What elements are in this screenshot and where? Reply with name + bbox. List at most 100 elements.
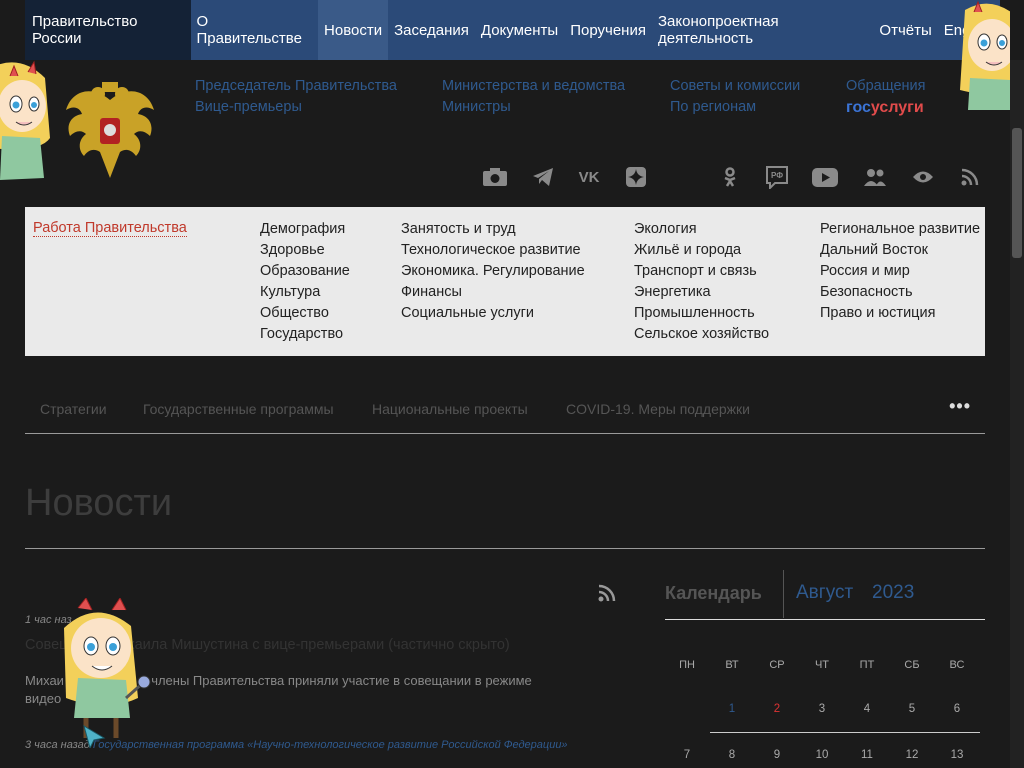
calendar-separator: [783, 570, 784, 618]
topic-link[interactable]: Экология: [634, 219, 769, 240]
topic-link[interactable]: Социальные услуги: [401, 303, 585, 324]
subnav-strategies[interactable]: Стратегии: [40, 401, 107, 417]
topic-link[interactable]: Общество: [260, 303, 350, 324]
calendar-day[interactable]: 1: [717, 703, 747, 715]
topic-link[interactable]: Здоровье: [260, 240, 350, 261]
subnav-covid-support[interactable]: COVID-19. Меры поддержки: [566, 401, 750, 417]
calendar-day[interactable]: 2: [762, 703, 792, 715]
topic-link[interactable]: Государство: [260, 324, 350, 345]
topic-link[interactable]: Право и юстиция: [820, 303, 980, 324]
nav-item-about[interactable]: О Правительстве: [191, 0, 319, 60]
topic-link[interactable]: Транспорт и связь: [634, 261, 769, 282]
weekday-label: ПТ: [859, 659, 875, 671]
gosuslugi-part1: гос: [846, 99, 871, 116]
nav-item-documents[interactable]: Документы: [475, 0, 564, 60]
calendar-day[interactable]: 12: [897, 749, 927, 761]
calendar-label: Календарь: [665, 583, 762, 603]
topic-link[interactable]: Промышленность: [634, 303, 769, 324]
header-links-councils: Советы и комиссии По регионам: [670, 76, 800, 118]
calendar-year-select[interactable]: 2023: [872, 582, 914, 604]
more-menu-button[interactable]: •••: [949, 396, 971, 417]
page-title: Новости: [25, 482, 173, 524]
scrollbar-thumb[interactable]: [1012, 128, 1022, 258]
gosuslugi-logo[interactable]: госуслуги: [846, 97, 926, 118]
topic-link[interactable]: Энергетика: [634, 282, 769, 303]
topic-link[interactable]: Россия и мир: [820, 261, 980, 282]
odnoklassniki-icon[interactable]: [717, 164, 743, 190]
topic-link[interactable]: Финансы: [401, 282, 585, 303]
calendar-month-select[interactable]: Август: [796, 582, 853, 604]
nav-item-legislation[interactable]: Законопроектная деятельность: [652, 0, 873, 60]
calendar-day[interactable]: 13: [942, 749, 972, 761]
link-ministers[interactable]: Министры: [442, 97, 625, 118]
calendar-day[interactable]: 8: [717, 749, 747, 761]
calendar-day[interactable]: 11: [852, 749, 882, 761]
weekday-label: СБ: [904, 659, 920, 671]
subnav-national-projects[interactable]: Национальные проекты: [372, 401, 528, 417]
calendar-day[interactable]: 4: [852, 703, 882, 715]
brand-link[interactable]: Правительство России: [25, 0, 191, 60]
topic-link[interactable]: Культура: [260, 282, 350, 303]
link-councils[interactable]: Советы и комиссии: [670, 76, 800, 97]
calendar-day[interactable]: 9: [762, 749, 792, 761]
calendar-day[interactable]: 10: [807, 749, 837, 761]
cartoon-mascot-left: [0, 60, 50, 180]
scrollbar[interactable]: [1010, 60, 1024, 768]
telegram-icon[interactable]: [530, 164, 556, 190]
calendar-header: Календарь Август 2023: [665, 570, 985, 620]
calendar-day[interactable]: 3: [807, 703, 837, 715]
topic-link[interactable]: Сельское хозяйство: [634, 324, 769, 345]
weekday-label: ПН: [679, 659, 695, 671]
secondary-navigation: Стратегии Государственные программы Наци…: [25, 388, 985, 434]
weekday-label: ЧТ: [814, 659, 830, 671]
vk-icon[interactable]: VK: [576, 164, 602, 190]
news-tag-link[interactable]: Государственная программа «Научно-технол…: [93, 739, 568, 751]
youtube-icon[interactable]: [812, 164, 838, 190]
link-ministries[interactable]: Министерства и ведомства: [442, 76, 625, 97]
divider: [25, 548, 985, 549]
news-rss-icon[interactable]: [598, 584, 616, 607]
camera-icon[interactable]: [482, 164, 508, 190]
topics-panel: Работа Правительства Демография Здоровье…: [25, 207, 985, 356]
topic-link[interactable]: Образование: [260, 261, 350, 282]
topic-link[interactable]: Технологическое развитие: [401, 240, 585, 261]
coat-of-arms-logo[interactable]: [62, 80, 158, 182]
nav-item-instructions[interactable]: Поручения: [564, 0, 652, 60]
nav-item-sessions[interactable]: Заседания: [388, 0, 475, 60]
topic-link[interactable]: Жильё и города: [634, 240, 769, 261]
link-regions[interactable]: По регионам: [670, 97, 800, 118]
calendar-week-divider: [710, 732, 980, 733]
accessibility-eye-icon[interactable]: [910, 164, 936, 190]
weekday-label: ВС: [949, 659, 965, 671]
cartoon-mascot-cursor: [64, 598, 151, 748]
topics-column-2: Занятость и труд Технологическое развити…: [401, 219, 585, 324]
link-chairman[interactable]: Председатель Правительства: [195, 76, 397, 97]
weekday-label: ВТ: [725, 659, 739, 671]
topic-link[interactable]: Безопасность: [820, 282, 980, 303]
topics-column-4: Региональное развитие Дальний Восток Рос…: [820, 219, 980, 324]
calendar-day[interactable]: 6: [942, 703, 972, 715]
rutube-icon[interactable]: РФ: [764, 164, 790, 190]
rutube-icon-label: РФ: [771, 171, 783, 180]
gosuslugi-part2: услуги: [870, 99, 924, 116]
zen-icon[interactable]: [623, 164, 649, 190]
topic-link[interactable]: Занятость и труд: [401, 219, 585, 240]
community-icon[interactable]: [862, 164, 888, 190]
link-deputy-pms[interactable]: Вице-премьеры: [195, 97, 397, 118]
nav-item-news[interactable]: Новости: [318, 0, 389, 60]
cartoon-mascot-right: [960, 0, 1010, 110]
nav-item-reports[interactable]: Отчёты: [873, 0, 937, 60]
topic-link[interactable]: Экономика. Регулирование: [401, 261, 585, 282]
link-appeals[interactable]: Обращения: [846, 76, 926, 97]
header-links-appeals: Обращения госуслуги: [846, 76, 926, 118]
topic-link[interactable]: Региональное развитие: [820, 219, 980, 240]
topics-column-3: Экология Жильё и города Транспорт и связ…: [634, 219, 769, 345]
calendar-day[interactable]: 5: [897, 703, 927, 715]
subnav-state-programs[interactable]: Государственные программы: [143, 401, 334, 417]
rss-icon[interactable]: [957, 164, 983, 190]
topic-link[interactable]: Дальний Восток: [820, 240, 980, 261]
link-government-work[interactable]: Работа Правительства: [33, 220, 187, 237]
calendar-day[interactable]: 7: [672, 749, 702, 761]
topics-column-1: Демография Здоровье Образование Культура…: [260, 219, 350, 345]
topic-link[interactable]: Демография: [260, 219, 350, 240]
